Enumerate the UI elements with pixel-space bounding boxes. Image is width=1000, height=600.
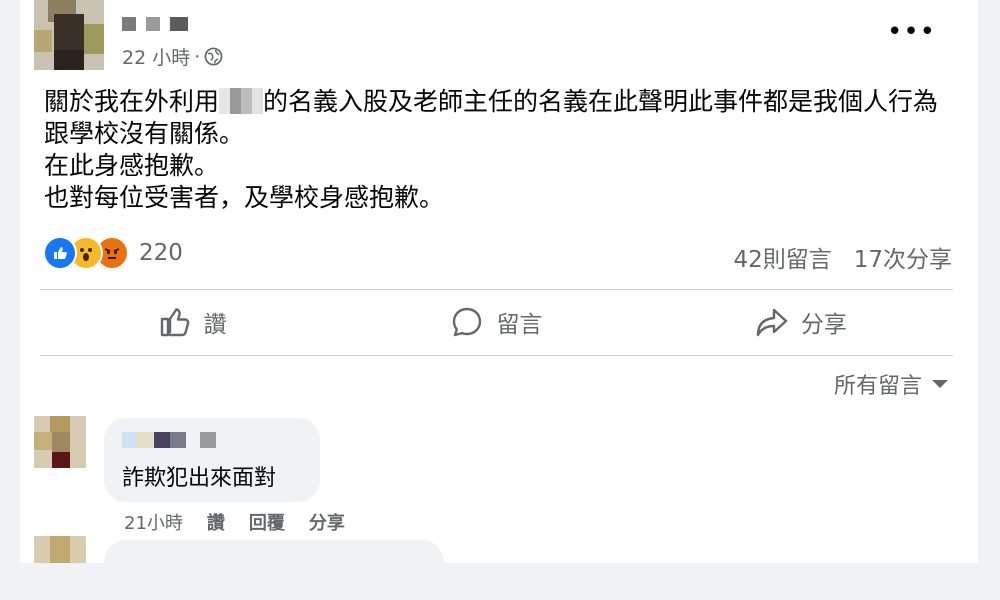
- comment-label: 留言: [496, 312, 543, 338]
- commenter-name-redacted[interactable]: [122, 432, 216, 450]
- author-avatar[interactable]: [34, 0, 104, 70]
- post-line-1: 關於我在外利用 的名義入股及老師主任的名義在此聲明此事件都是我個人行為: [44, 86, 938, 118]
- thumbs-up-icon: [160, 308, 189, 337]
- post-action-bar: 讚 留言 分享: [40, 290, 953, 354]
- post-text-segment: 的名義入股及老師主任的名義在此聲明此事件都是我個人行為: [263, 87, 939, 116]
- redacted-text: [219, 88, 264, 114]
- commenter-avatar[interactable]: [34, 536, 86, 588]
- globe-icon: [204, 47, 223, 66]
- post-body: 關於我在外利用 的名義入股及老師主任的名義在此聲明此事件都是我個人行為 跟學校沒有…: [44, 86, 938, 214]
- post-card: 22 小時 · ••• 關於我在外利用 的名義入股及老師主任的名義在此聲明此事件都…: [20, 0, 978, 600]
- comment-bubble: 詐欺犯出來面對: [104, 418, 320, 502]
- shares-count[interactable]: 17次分享: [854, 240, 952, 274]
- divider: [40, 355, 953, 356]
- like-icon: [43, 236, 77, 270]
- comment-share-button[interactable]: 分享: [309, 509, 345, 535]
- comment-bubble-icon: [453, 307, 482, 337]
- share-label: 分享: [800, 312, 847, 338]
- comment-like-button[interactable]: 讚: [207, 509, 225, 535]
- reaction-count[interactable]: 220: [139, 240, 183, 266]
- post-line-4: 也對每位受害者，及學校身感抱歉。: [44, 183, 445, 212]
- like-button[interactable]: 讚: [40, 290, 344, 354]
- post-stats: 42則留言 17次分享: [733, 240, 952, 274]
- comment-button[interactable]: 留言: [344, 290, 648, 354]
- comment-actions: 21小時 讚 回覆 分享: [124, 509, 345, 535]
- share-button[interactable]: 分享: [649, 290, 953, 354]
- comments-count[interactable]: 42則留言: [733, 240, 831, 274]
- more-options-button[interactable]: •••: [887, 19, 936, 45]
- caret-down-icon: [932, 380, 948, 388]
- reactions-summary[interactable]: 220: [43, 236, 183, 270]
- sort-label: 所有留言: [833, 374, 922, 399]
- post-meta: 22 小時 ·: [122, 43, 223, 70]
- post-line-3: 在此身感抱歉。: [44, 151, 220, 180]
- like-label: 讚: [203, 312, 227, 338]
- comment-bubble: [104, 540, 444, 600]
- author-name-redacted[interactable]: [122, 16, 198, 35]
- comment-text: 詐欺犯出來面對: [122, 466, 277, 491]
- post-line-2: 跟學校沒有關係。: [44, 119, 245, 148]
- post-time[interactable]: 22 小時: [122, 43, 190, 70]
- meta-separator: ·: [194, 45, 201, 68]
- post-text-segment: 關於我在外利用: [44, 87, 220, 116]
- comment-time[interactable]: 21小時: [124, 509, 183, 535]
- share-arrow-icon: [756, 308, 788, 337]
- comment-reply-button[interactable]: 回覆: [249, 509, 285, 535]
- comment-sort-dropdown[interactable]: 所有留言: [834, 368, 948, 400]
- commenter-avatar[interactable]: [34, 416, 86, 468]
